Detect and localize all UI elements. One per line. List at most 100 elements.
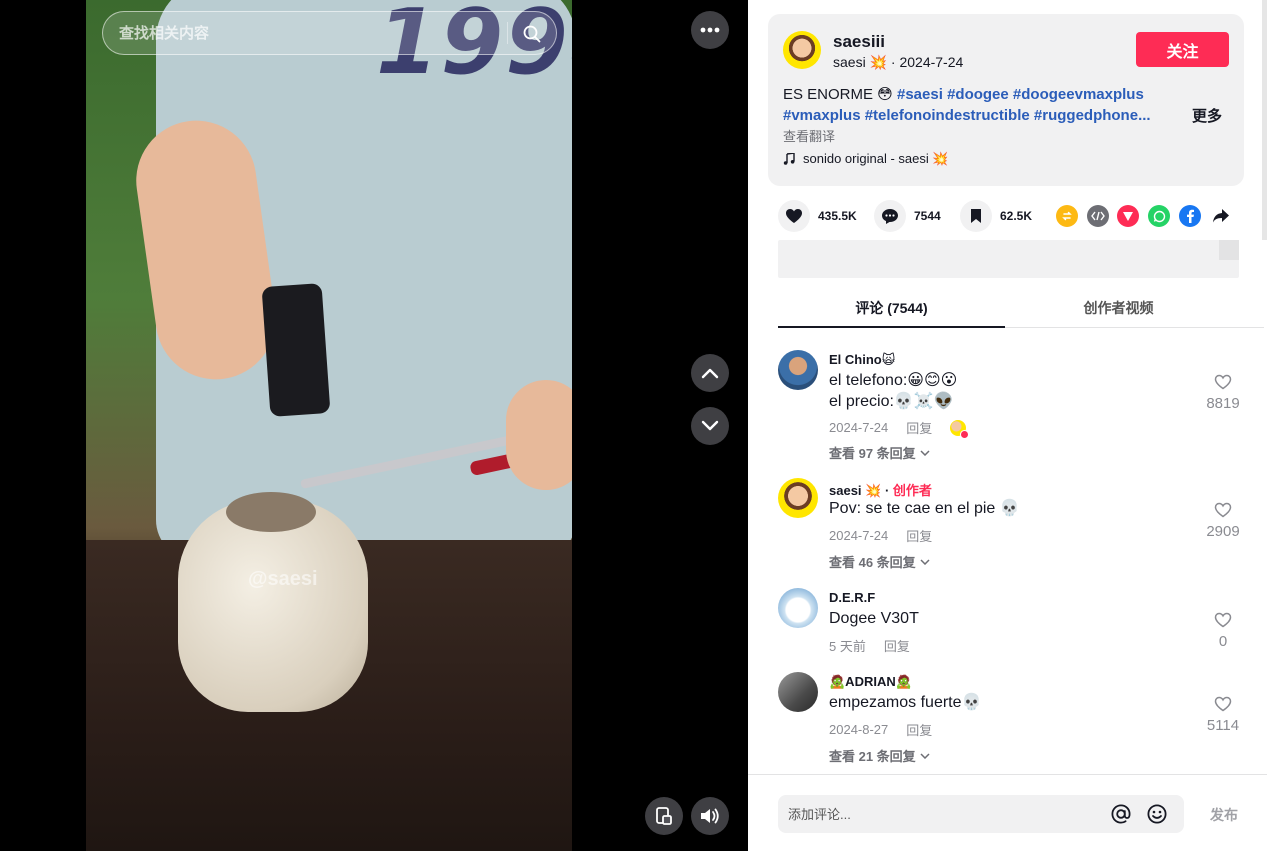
heart-outline-icon: [1214, 696, 1232, 712]
send-to-friend-button[interactable]: [1117, 205, 1139, 227]
music-link[interactable]: sonido original - saesi 💥: [783, 151, 949, 167]
comment-like-button[interactable]: 5114: [1198, 696, 1248, 734]
view-replies-label: 查看 21 条回复: [829, 749, 916, 764]
like-count: 435.5K: [818, 209, 857, 223]
video-info-card: saesiii saesi 💥 · 2024-7-24 关注 ES ENORME…: [768, 14, 1244, 186]
commenter-name[interactable]: D.E.R.F: [829, 590, 875, 605]
comment-item: D.E.R.F Dogee V30T 5 天前 回复 0: [778, 578, 1248, 658]
comment-icon-wrap: [874, 200, 906, 232]
volume-button[interactable]: [691, 797, 729, 835]
comment-text: Dogee V30T: [829, 610, 919, 627]
hashtag-line[interactable]: #vmaxplus #telefonoindestructible #rugge…: [783, 105, 1163, 126]
post-comment-button[interactable]: 发布: [1210, 805, 1238, 825]
more-options-button[interactable]: [691, 11, 729, 49]
view-replies-button[interactable]: 查看 46 条回复: [829, 552, 930, 571]
search-input[interactable]: [119, 12, 499, 54]
follow-button[interactable]: 关注: [1136, 32, 1229, 67]
comment-like-count: 2909: [1206, 523, 1240, 540]
video-frame[interactable]: 1998 @saesi: [86, 0, 572, 851]
heart-outline-icon: [1214, 374, 1232, 390]
commenter-avatar[interactable]: [778, 478, 818, 518]
name-separator: ·: [884, 483, 893, 498]
tab-comments[interactable]: 评论 (7544): [778, 288, 1005, 328]
video-hand: [506, 380, 572, 490]
comment-line: el telefono:😀😊😮: [829, 372, 958, 389]
commenter-avatar[interactable]: [778, 350, 818, 390]
chevron-down-icon: [920, 558, 930, 565]
more-share-button[interactable]: [1210, 205, 1232, 227]
author-avatar[interactable]: [783, 31, 821, 69]
volume-icon: [701, 808, 719, 824]
save-button[interactable]: 62.5K: [960, 200, 1032, 232]
comment-item: El Chino🙀 el telefono:😀😊😮 el precio:💀☠️👽…: [778, 340, 1248, 465]
comment-date: 2024-8-27: [829, 722, 889, 737]
whatsapp-icon: [1153, 210, 1165, 222]
comment-text: el telefono:😀😊😮 el precio:💀☠️👽: [829, 370, 957, 412]
view-replies-button[interactable]: 查看 21 条回复: [829, 746, 930, 765]
video-description: ES ENORME 😳 #saesi #doogee #doogeevmaxpl…: [783, 84, 1168, 126]
search-bar[interactable]: [102, 11, 557, 55]
commenter-name[interactable]: saesi 💥: [829, 483, 881, 498]
comment-icon: [882, 208, 898, 224]
commenter-avatar[interactable]: [778, 588, 818, 628]
view-replies-button[interactable]: 查看 97 条回复: [829, 443, 930, 462]
comment-like-button[interactable]: 0: [1198, 612, 1248, 650]
comment-item: 🧟ADRIAN🧟 empezamos fuerte💀 2024-8-27 回复 …: [778, 662, 1248, 767]
comment-like-button[interactable]: 8819: [1198, 374, 1248, 412]
facebook-share-button[interactable]: [1179, 205, 1201, 227]
previous-video-button[interactable]: [691, 354, 729, 392]
copy-link-button[interactable]: [1219, 240, 1239, 260]
comment-footer: 发布: [748, 774, 1267, 851]
side-panel: saesiii saesi 💥 · 2024-7-24 关注 ES ENORME…: [748, 0, 1267, 851]
save-count: 62.5K: [1000, 209, 1033, 223]
emoji-button[interactable]: [1146, 803, 1168, 830]
comment-date: 2024-7-24: [829, 528, 889, 543]
comment-like-button[interactable]: 2909: [1198, 502, 1248, 540]
whatsapp-share-button[interactable]: [1148, 205, 1170, 227]
mention-button[interactable]: [1110, 803, 1132, 830]
reply-button[interactable]: 回复: [906, 418, 932, 437]
expand-description-button[interactable]: 更多: [1192, 105, 1222, 126]
commenter-name[interactable]: El Chino🙀: [829, 352, 895, 368]
see-translation-link[interactable]: 查看翻译: [783, 126, 835, 145]
comment-date: 2024-7-24: [829, 420, 889, 435]
video-phone: [261, 283, 331, 417]
comment-like-count: 5114: [1206, 717, 1240, 734]
more-dots-icon: [700, 27, 720, 33]
like-icon-wrap: [778, 200, 810, 232]
hashtag-link[interactable]: #doogee: [947, 86, 1009, 103]
search-divider: [507, 22, 508, 44]
repost-button[interactable]: [1056, 205, 1078, 227]
video-coconut-top: [226, 492, 316, 532]
reply-button[interactable]: 回复: [906, 526, 932, 545]
search-button[interactable]: [517, 19, 547, 49]
heart-badge-icon: [960, 429, 970, 439]
floating-player-button[interactable]: [645, 797, 683, 835]
tab-creator-videos[interactable]: 创作者视频: [1005, 288, 1232, 328]
comment-input[interactable]: [788, 795, 1088, 833]
reply-button[interactable]: 回复: [884, 636, 910, 655]
hashtag-link[interactable]: #doogeevmaxplus: [1013, 86, 1144, 103]
video-link-box[interactable]: [778, 240, 1239, 278]
like-button[interactable]: 435.5K: [778, 200, 857, 232]
share-arrow-icon: [1213, 209, 1229, 223]
panel-scrollbar[interactable]: [1262, 0, 1267, 240]
commenter-name[interactable]: 🧟ADRIAN🧟: [829, 674, 912, 690]
heart-outline-icon: [1214, 612, 1232, 628]
save-icon-wrap: [960, 200, 992, 232]
embed-button[interactable]: [1087, 205, 1109, 227]
creator-liked-badge: [950, 419, 970, 439]
video-watermark: @saesi: [248, 568, 318, 590]
author-subtitle: saesi 💥 · 2024-7-24: [833, 54, 963, 71]
video-player[interactable]: 1998 @saesi: [0, 0, 748, 851]
comment-meta: 2024-7-24 回复: [829, 418, 970, 439]
comment-button[interactable]: 7544: [874, 200, 941, 232]
comment-input-box[interactable]: [778, 795, 1184, 833]
author-name[interactable]: saesiii: [833, 32, 885, 52]
commenter-avatar[interactable]: [778, 672, 818, 712]
hashtag-link[interactable]: #saesi: [897, 86, 943, 103]
reply-button[interactable]: 回复: [906, 720, 932, 739]
next-video-button[interactable]: [691, 407, 729, 445]
music-note-icon: [783, 153, 795, 165]
send-icon: [1123, 212, 1133, 221]
